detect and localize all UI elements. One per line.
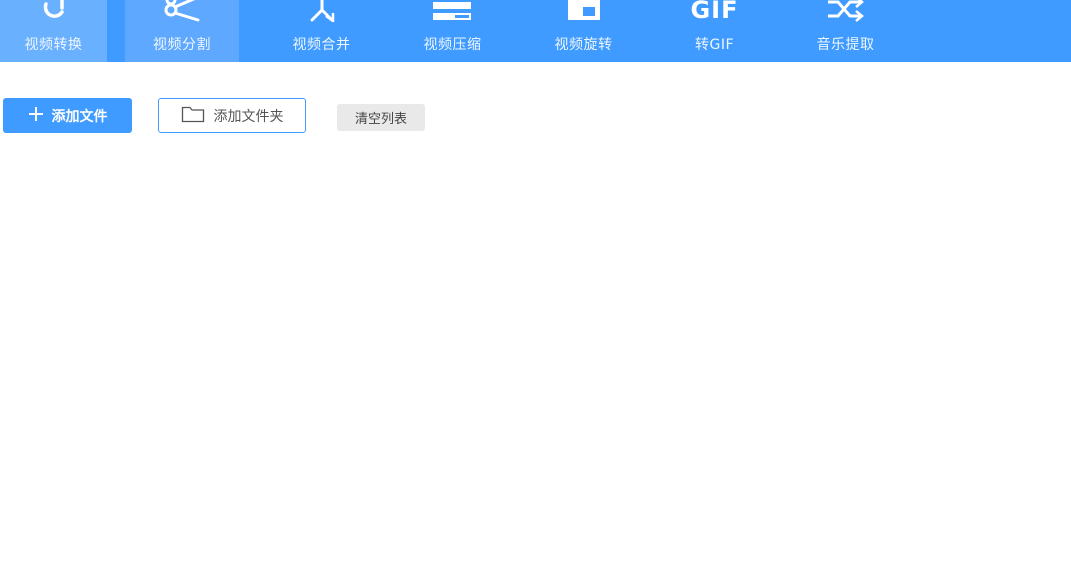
compress-icon bbox=[431, 0, 475, 22]
main-toolbar: 视频转换 视频分割 视频合并 视频压缩 视频旋转 GIF 转GIF 音乐提取 bbox=[0, 0, 1071, 62]
add-folder-button[interactable]: 添加文件夹 bbox=[158, 98, 306, 133]
tab-video-compress[interactable]: 视频压缩 bbox=[387, 0, 518, 62]
tab-label: 视频转换 bbox=[24, 37, 83, 53]
clear-list-label: 清空列表 bbox=[354, 112, 407, 127]
tab-label: 视频分割 bbox=[153, 37, 211, 53]
tab-video-merge[interactable]: 视频合并 bbox=[256, 0, 387, 62]
add-file-button[interactable]: 添加文件 bbox=[3, 98, 132, 133]
tab-to-gif[interactable]: GIF 转GIF bbox=[649, 0, 780, 62]
tab-music-extract[interactable]: 音乐提取 bbox=[780, 0, 911, 62]
tab-video-split[interactable]: 视频分割 bbox=[125, 0, 239, 62]
tab-video-convert[interactable]: 视频转换 bbox=[0, 0, 107, 62]
tab-label: 视频旋转 bbox=[554, 37, 613, 53]
tab-label: 视频压缩 bbox=[423, 37, 482, 53]
gif-icon: GIF bbox=[690, 0, 739, 24]
plus-icon bbox=[28, 106, 44, 126]
clear-list-button[interactable]: 清空列表 bbox=[337, 104, 425, 131]
add-folder-label: 添加文件夹 bbox=[213, 108, 284, 125]
rotate-icon bbox=[562, 0, 606, 22]
folder-icon bbox=[181, 105, 205, 127]
add-file-label: 添加文件 bbox=[51, 108, 108, 125]
tab-label: 音乐提取 bbox=[816, 37, 875, 53]
shuffle-icon bbox=[824, 0, 868, 22]
scissors-icon bbox=[160, 0, 204, 22]
tab-label: 视频合并 bbox=[292, 37, 351, 53]
tab-video-rotate[interactable]: 视频旋转 bbox=[518, 0, 649, 62]
merge-icon bbox=[300, 0, 344, 22]
tab-label: 转GIF bbox=[694, 37, 735, 53]
gif-icon-text: GIF bbox=[690, 0, 739, 24]
file-list-area[interactable] bbox=[0, 140, 1071, 562]
refresh-icon bbox=[32, 0, 76, 22]
